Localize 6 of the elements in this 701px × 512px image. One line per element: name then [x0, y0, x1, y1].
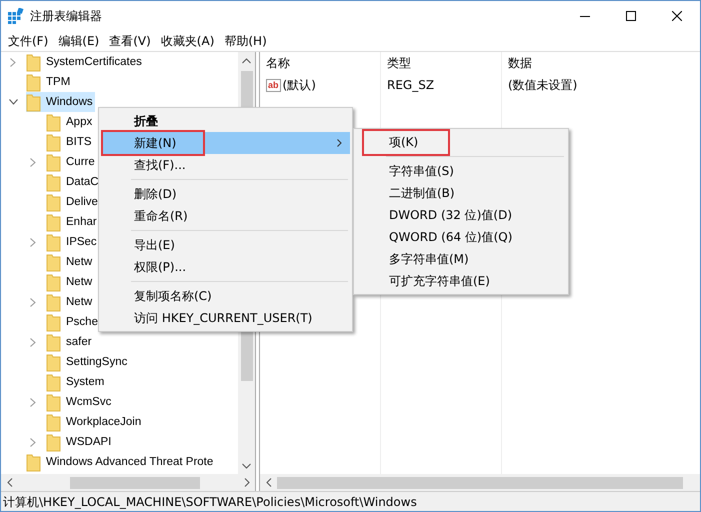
window-title: 注册表编辑器 [30, 8, 103, 24]
table-cell-text: (数值未设置) [507, 76, 578, 94]
status-path: 计算机\HKEY_LOCAL_MACHINE\SOFTWARE\Policies\Microsoft\Windows [3, 494, 417, 510]
table-cell: (默认) [282, 76, 316, 94]
table-cell-text: REG_SZ [386, 78, 436, 92]
string-value-icon: ab [266, 78, 281, 92]
